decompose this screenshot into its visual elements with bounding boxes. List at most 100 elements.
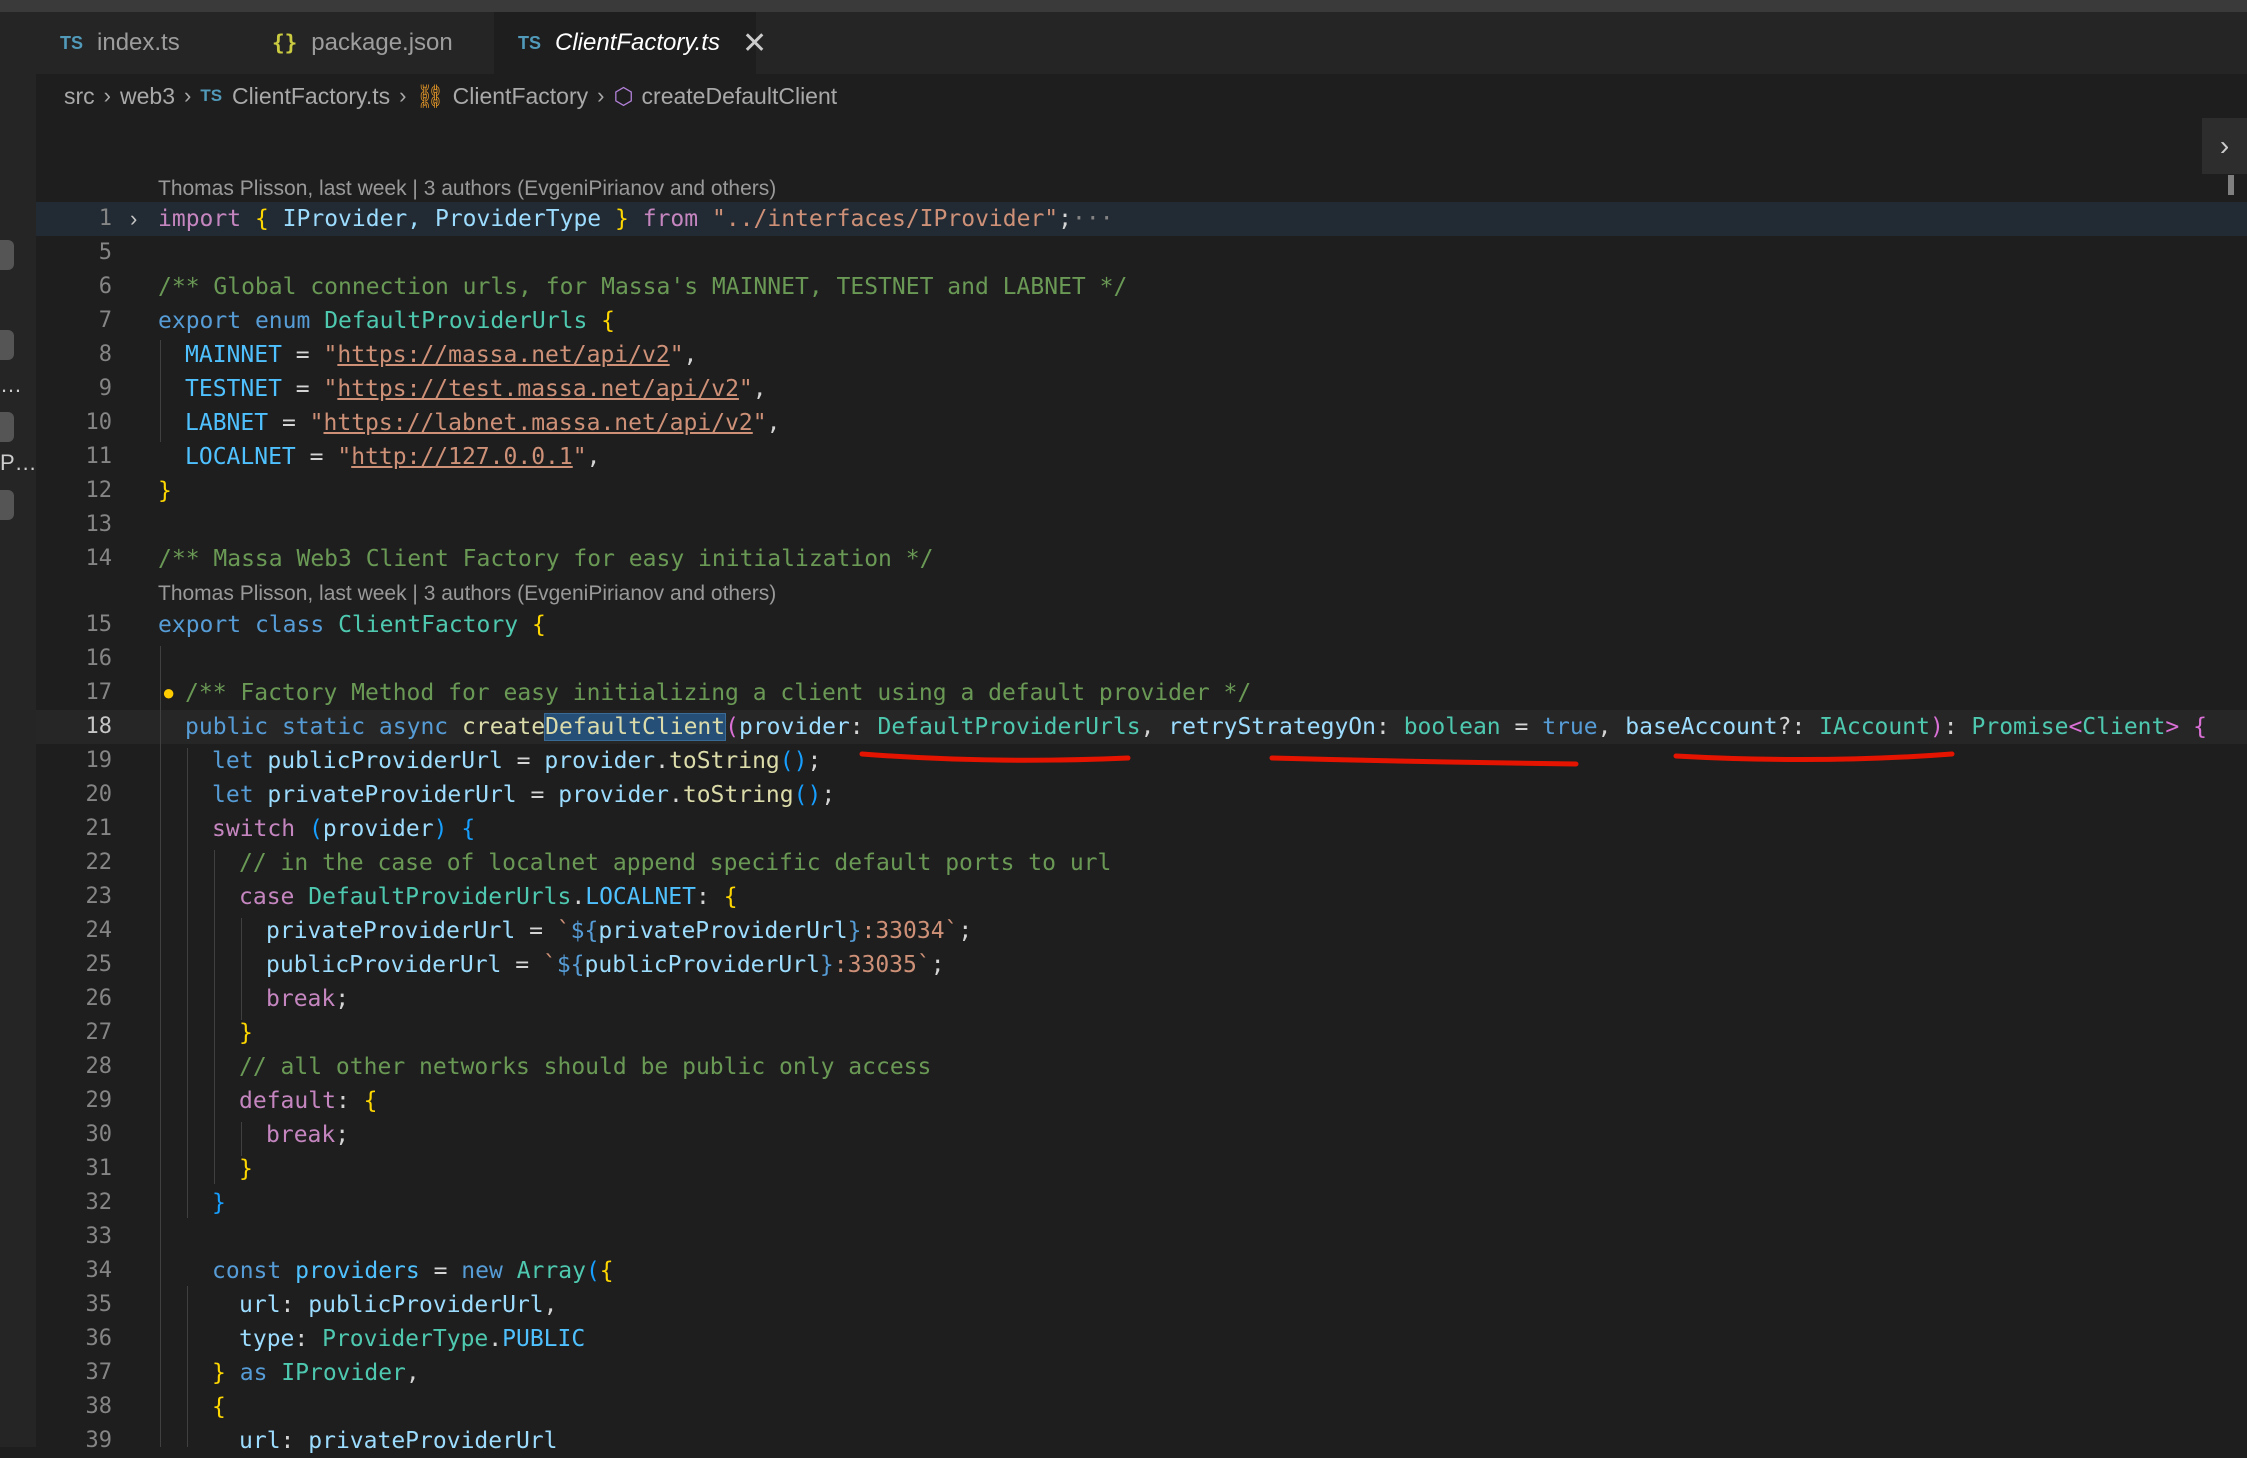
- chevron-right-icon[interactable]: ›: [130, 202, 137, 236]
- typescript-icon: TS: [60, 32, 84, 53]
- chevron-right-icon: ›: [183, 83, 192, 108]
- code-text: {: [212, 1394, 226, 1420]
- line-number: 22: [85, 850, 113, 875]
- code-line-13: 13: [0, 508, 2247, 542]
- tab-label: index.ts: [97, 29, 180, 56]
- code-line-37: 37 } as IProvider,: [0, 1356, 2247, 1390]
- line-number: 24: [85, 918, 113, 943]
- codelens-blame[interactable]: Thomas Plisson, last week | 3 authors (E…: [158, 176, 776, 202]
- code-line-39: 39 url: privateProviderUrl: [0, 1424, 2247, 1458]
- breadcrumb: src › web3 › TS ClientFactory.ts › ⛓ Clien…: [64, 80, 837, 112]
- code-line-22: 22 // in the case of localnet append spe…: [0, 846, 2247, 880]
- code-line-12: 12 }: [0, 474, 2247, 508]
- chevron-right-icon: ›: [597, 83, 605, 108]
- line-number: 29: [85, 1088, 113, 1113]
- breadcrumb-label: ClientFactory.ts: [232, 82, 391, 109]
- line-number: 9: [98, 376, 112, 401]
- code-text: type: ProviderType.PUBLIC: [239, 1326, 586, 1352]
- editor-tab-bar: TS index.ts {} package.json TS ClientFac…: [36, 12, 2247, 74]
- line-number: 35: [85, 1292, 113, 1317]
- code-line-8: 8 MAINNET = "https://massa.net/api/v2",: [0, 338, 2247, 372]
- chevron-right-icon: ›: [103, 83, 111, 108]
- expand-panel-button[interactable]: ›: [2202, 118, 2247, 174]
- code-text: default: {: [239, 1088, 378, 1114]
- code-line-14: 14 /** Massa Web3 Client Factory for eas…: [0, 542, 2247, 576]
- breadcrumb-item-class[interactable]: ⛓ ClientFactory: [415, 83, 588, 110]
- scrollbar-thumb[interactable]: [2228, 175, 2234, 195]
- code-line-15: 15 export class ClientFactory {: [0, 608, 2247, 642]
- line-number: 38: [85, 1394, 113, 1419]
- code-line-17: 17 ● /** Factory Method for easy initial…: [0, 676, 2247, 710]
- code-line-16: 16: [0, 642, 2247, 676]
- line-number: 20: [85, 782, 113, 807]
- typescript-icon: TS: [200, 86, 223, 105]
- code-text: export enum DefaultProviderUrls {: [158, 308, 616, 334]
- code-line-26: 26 break;: [0, 982, 2247, 1016]
- breadcrumb-item-file[interactable]: TS ClientFactory.ts: [200, 83, 390, 110]
- tab-index-ts[interactable]: TS index.ts: [36, 12, 248, 74]
- code-text: public static async createDefaultClient(…: [185, 713, 2207, 741]
- code-line-7: 7 export enum DefaultProviderUrls {: [0, 304, 2247, 338]
- tab-package-json[interactable]: {} package.json: [248, 12, 494, 74]
- close-icon[interactable]: ✕: [742, 26, 767, 61]
- code-text: }: [239, 1156, 253, 1182]
- line-number: 13: [85, 512, 113, 537]
- code-line-34: 34 const providers = new Array({: [0, 1254, 2247, 1288]
- line-number: 34: [85, 1258, 113, 1283]
- code-line-6: 6 /** Global connection urls, for Massa'…: [0, 270, 2247, 304]
- breadcrumb-item-src[interactable]: src: [64, 83, 95, 110]
- lightbulb-icon[interactable]: ●: [162, 676, 175, 710]
- code-text: LABNET = "https://labnet.massa.net/api/v…: [185, 410, 781, 436]
- code-text: // in the case of localnet append specif…: [239, 850, 1112, 876]
- code-line-36: 36 type: ProviderType.PUBLIC: [0, 1322, 2247, 1356]
- line-number: 10: [85, 410, 113, 435]
- line-number: 16: [85, 646, 113, 671]
- line-number: 21: [85, 816, 113, 841]
- line-number: 8: [98, 342, 112, 367]
- code-line-10: 10 LABNET = "https://labnet.massa.net/ap…: [0, 406, 2247, 440]
- chevron-right-icon: ›: [399, 83, 407, 108]
- tab-label: package.json: [311, 29, 453, 56]
- breadcrumb-item-web3[interactable]: web3: [120, 83, 175, 110]
- code-text: // all other networks should be public o…: [239, 1054, 932, 1080]
- line-number: 6: [98, 274, 112, 299]
- line-number: 36: [85, 1326, 113, 1351]
- line-number: 31: [85, 1156, 113, 1181]
- code-line-25: 25 publicProviderUrl = `${publicProvider…: [0, 948, 2247, 982]
- code-line-1: 1 › import { IProvider, ProviderType } f…: [0, 202, 2247, 236]
- code-text: }: [158, 478, 172, 504]
- code-line-29: 29 default: {: [0, 1084, 2247, 1118]
- class-icon: ⛓: [415, 82, 445, 109]
- line-number: 11: [85, 444, 113, 469]
- code-text: /** Global connection urls, for Massa's …: [158, 274, 1128, 300]
- code-line-21: 21 switch (provider) {: [0, 812, 2247, 846]
- line-number: 33: [85, 1224, 113, 1249]
- code-line-18: 18 public static async createDefaultClie…: [0, 710, 2247, 744]
- breadcrumb-label: ClientFactory: [452, 82, 589, 109]
- code-line-33: 33: [0, 1220, 2247, 1254]
- tab-clientfactory-ts[interactable]: TS ClientFactory.ts ✕: [494, 12, 767, 74]
- code-line-23: 23 case DefaultProviderUrls.LOCALNET: {: [0, 880, 2247, 914]
- code-line-20: 20 let privateProviderUrl = provider.toS…: [0, 778, 2247, 812]
- typescript-icon: TS: [518, 32, 542, 53]
- code-text: }: [239, 1020, 253, 1046]
- breadcrumb-item-method[interactable]: ⬡ createDefaultClient: [613, 83, 837, 110]
- code-text: const providers = new Array({: [212, 1258, 614, 1284]
- code-text: }: [212, 1190, 226, 1216]
- code-text: } as IProvider,: [212, 1360, 420, 1386]
- code-text: import { IProvider, ProviderType } from …: [158, 206, 1114, 232]
- line-number: 12: [85, 478, 113, 503]
- code-text: MAINNET = "https://massa.net/api/v2",: [185, 342, 698, 368]
- code-line-32: 32 }: [0, 1186, 2247, 1220]
- code-line-31: 31 }: [0, 1152, 2247, 1186]
- code-text: privateProviderUrl = `${privateProviderU…: [266, 918, 973, 944]
- codelens-blame[interactable]: Thomas Plisson, last week | 3 authors (E…: [158, 581, 776, 607]
- code-text: break;: [266, 986, 350, 1012]
- line-number: 37: [85, 1360, 113, 1385]
- code-text: export class ClientFactory {: [158, 612, 546, 638]
- code-text: let privateProviderUrl = provider.toStri…: [212, 782, 836, 808]
- title-strip: [0, 0, 2247, 12]
- line-number: 27: [85, 1020, 113, 1045]
- line-number: 5: [98, 240, 112, 265]
- line-number: 26: [85, 986, 113, 1011]
